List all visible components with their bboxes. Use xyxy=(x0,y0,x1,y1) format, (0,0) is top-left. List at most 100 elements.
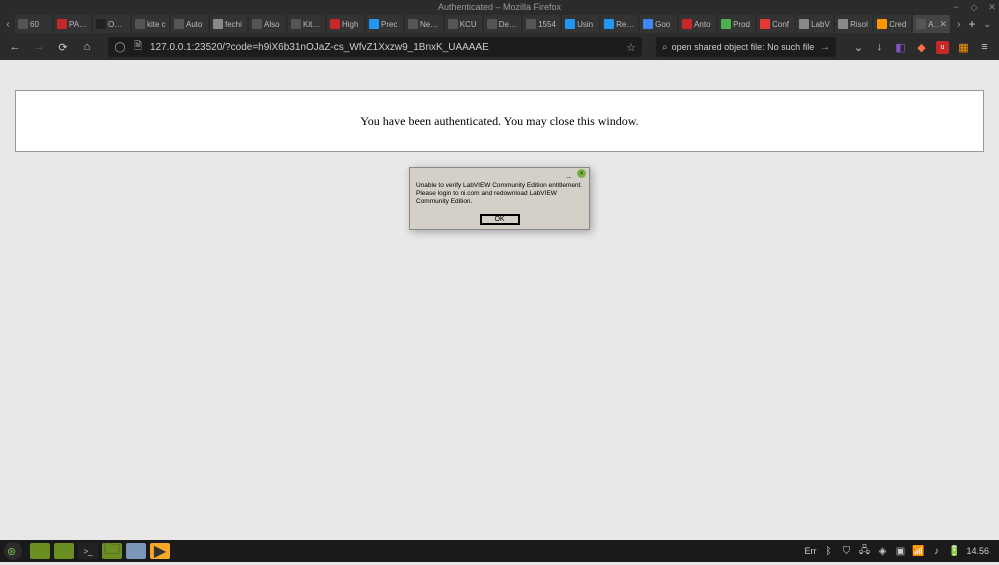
browser-tab[interactable]: Also xyxy=(249,15,286,33)
url-text: 127.0.0.1:23520/?code=h9iX6b31nOJaZ-cs_W… xyxy=(150,42,620,53)
address-bar: ← → ⟳ ⌂ ◯ 🗎 127.0.0.1:23520/?code=h9iX6b… xyxy=(0,34,999,60)
search-go-icon[interactable]: → xyxy=(820,42,830,53)
tab-label: Risol xyxy=(850,20,868,29)
tab-favicon xyxy=(213,19,223,29)
tab-favicon xyxy=(369,19,379,29)
wifi-icon[interactable]: 📶 xyxy=(912,545,924,557)
reload-button[interactable]: ⟳ xyxy=(56,40,70,54)
url-bar[interactable]: ◯ 🗎 127.0.0.1:23520/?code=h9iX6b31nOJaZ-… xyxy=(108,37,642,57)
tab-label: High xyxy=(342,20,358,29)
clock[interactable]: 14.56 xyxy=(966,546,989,556)
browser-tab[interactable]: 60 xyxy=(15,15,52,33)
ext3-icon[interactable]: ▦ xyxy=(957,41,970,54)
menu-icon[interactable]: ≡ xyxy=(978,41,991,54)
nvidia-icon[interactable]: ◈ xyxy=(876,545,888,557)
ok-button[interactable]: OK xyxy=(480,214,520,225)
tab-label: Anto xyxy=(694,20,710,29)
ublock-icon[interactable]: u xyxy=(936,41,949,54)
browser-tab[interactable]: Anto xyxy=(679,15,716,33)
tab-label: Conf xyxy=(772,20,789,29)
system-tray: Err ᛒ ⛉ 🖧 ◈ ▣ 📶 ♪ 🔋 14.56 xyxy=(804,545,995,557)
tab-label: fechi xyxy=(225,20,242,29)
browser-tab[interactable]: New Pos xyxy=(405,15,443,33)
tab-favicon xyxy=(721,19,731,29)
dialog-minimize-icon[interactable]: _ xyxy=(567,169,571,178)
start-button[interactable]: ⊛ xyxy=(4,542,22,560)
tab-favicon xyxy=(448,19,458,29)
tab-favicon xyxy=(643,19,653,29)
new-tab-button[interactable]: + xyxy=(968,17,975,31)
dialog-line1: Unable to verify LabVIEW Community Editi… xyxy=(416,182,583,190)
browser-tab[interactable]: Kite Ene xyxy=(288,15,325,33)
browser-tab[interactable]: PANS xyxy=(54,15,91,33)
taskbar: ⊛ >_ 🗀 ▶ Err ᛒ ⛉ 🖧 ◈ ▣ 📶 ♪ 🔋 14.56 xyxy=(0,540,999,562)
browser-tab[interactable]: Auto xyxy=(171,15,208,33)
browser-tab[interactable]: LabV xyxy=(796,15,833,33)
tab-favicon xyxy=(135,19,145,29)
browser-tab[interactable]: KCU xyxy=(445,15,482,33)
tab-label: Authe xyxy=(928,20,937,29)
search-icon: ⌕ xyxy=(662,42,668,53)
browser-tab[interactable]: fechi xyxy=(210,15,247,33)
browser-tab[interactable]: Prod xyxy=(718,15,755,33)
browser-tab[interactable]: Cred xyxy=(874,15,911,33)
tab-label: New Pos xyxy=(420,20,440,29)
tab-list-dropdown-icon[interactable]: ⌄ xyxy=(983,19,991,30)
close-icon[interactable]: ✕ xyxy=(987,2,997,12)
tab-favicon xyxy=(916,19,926,29)
sound-icon[interactable]: ♪ xyxy=(930,545,942,557)
browser-tab[interactable]: Usin xyxy=(562,15,599,33)
maximize-icon[interactable]: ◇ xyxy=(969,2,979,12)
network-icon[interactable]: 🖧 xyxy=(858,545,870,557)
pocket-icon[interactable]: ⌄ xyxy=(852,41,865,54)
auth-box: You have been authenticated. You may clo… xyxy=(15,90,984,152)
browser-tab[interactable]: 1554 xyxy=(523,15,560,33)
taskbar-app-1[interactable] xyxy=(30,543,50,559)
downloads-icon[interactable]: ↓ xyxy=(873,41,886,54)
tab-favicon xyxy=(174,19,184,29)
browser-tab[interactable]: High xyxy=(327,15,364,33)
taskbar-files[interactable]: 🗀 xyxy=(102,543,122,559)
battery-icon[interactable]: 🔋 xyxy=(948,545,960,557)
browser-tab[interactable]: Risol xyxy=(835,15,872,33)
tab-label: Also xyxy=(264,20,280,29)
error-dialog: _ ✕ Unable to verify LabVIEW Community E… xyxy=(409,167,590,230)
tab-label: Usin xyxy=(577,20,593,29)
bookmark-star-icon[interactable]: ☆ xyxy=(626,41,636,54)
browser-tab[interactable]: Authe✕ xyxy=(913,15,950,33)
browser-tab[interactable]: Goo xyxy=(640,15,677,33)
tab-label: LabV xyxy=(811,20,830,29)
tab-close-icon[interactable]: ✕ xyxy=(940,19,948,30)
browser-tab[interactable]: Design o xyxy=(484,15,521,33)
tab-scroll-right-icon[interactable]: › xyxy=(957,19,960,30)
display-icon[interactable]: ▣ xyxy=(894,545,906,557)
minimize-icon[interactable]: − xyxy=(951,2,961,12)
taskbar-terminal[interactable]: >_ xyxy=(78,543,98,559)
tab-favicon xyxy=(565,19,575,29)
tab-scroll-left-icon[interactable]: ‹ xyxy=(2,15,14,33)
shield-icon: ◯ xyxy=(114,41,126,53)
tab-favicon xyxy=(18,19,28,29)
browser-tab[interactable]: kite c xyxy=(132,15,169,33)
browser-tab[interactable]: Re: V xyxy=(601,15,638,33)
taskbar-app-5[interactable] xyxy=(126,543,146,559)
bluetooth-icon[interactable]: ᛒ xyxy=(822,545,834,557)
tray-err-text[interactable]: Err xyxy=(804,546,816,556)
search-bar[interactable]: ⌕ open shared object file: No such file … xyxy=(656,37,836,57)
tab-favicon xyxy=(252,19,262,29)
taskbar-app-6[interactable]: ▶ xyxy=(150,543,170,559)
update-icon[interactable]: ⛉ xyxy=(840,545,852,557)
ext2-icon[interactable]: ◆ xyxy=(915,41,928,54)
ext1-icon[interactable]: ◧ xyxy=(894,41,907,54)
dialog-titlebar[interactable]: _ ✕ xyxy=(410,168,589,179)
forward-button[interactable]: → xyxy=(32,40,46,54)
home-button[interactable]: ⌂ xyxy=(80,40,94,54)
taskbar-app-2[interactable] xyxy=(54,543,74,559)
back-button[interactable]: ← xyxy=(8,40,22,54)
browser-tab[interactable]: OZON xyxy=(93,15,130,33)
tab-label: Cred xyxy=(889,20,906,29)
browser-tab[interactable]: Prec xyxy=(366,15,403,33)
dialog-close-icon[interactable]: ✕ xyxy=(577,169,586,178)
tab-favicon xyxy=(291,19,301,29)
browser-tab[interactable]: Conf xyxy=(757,15,794,33)
